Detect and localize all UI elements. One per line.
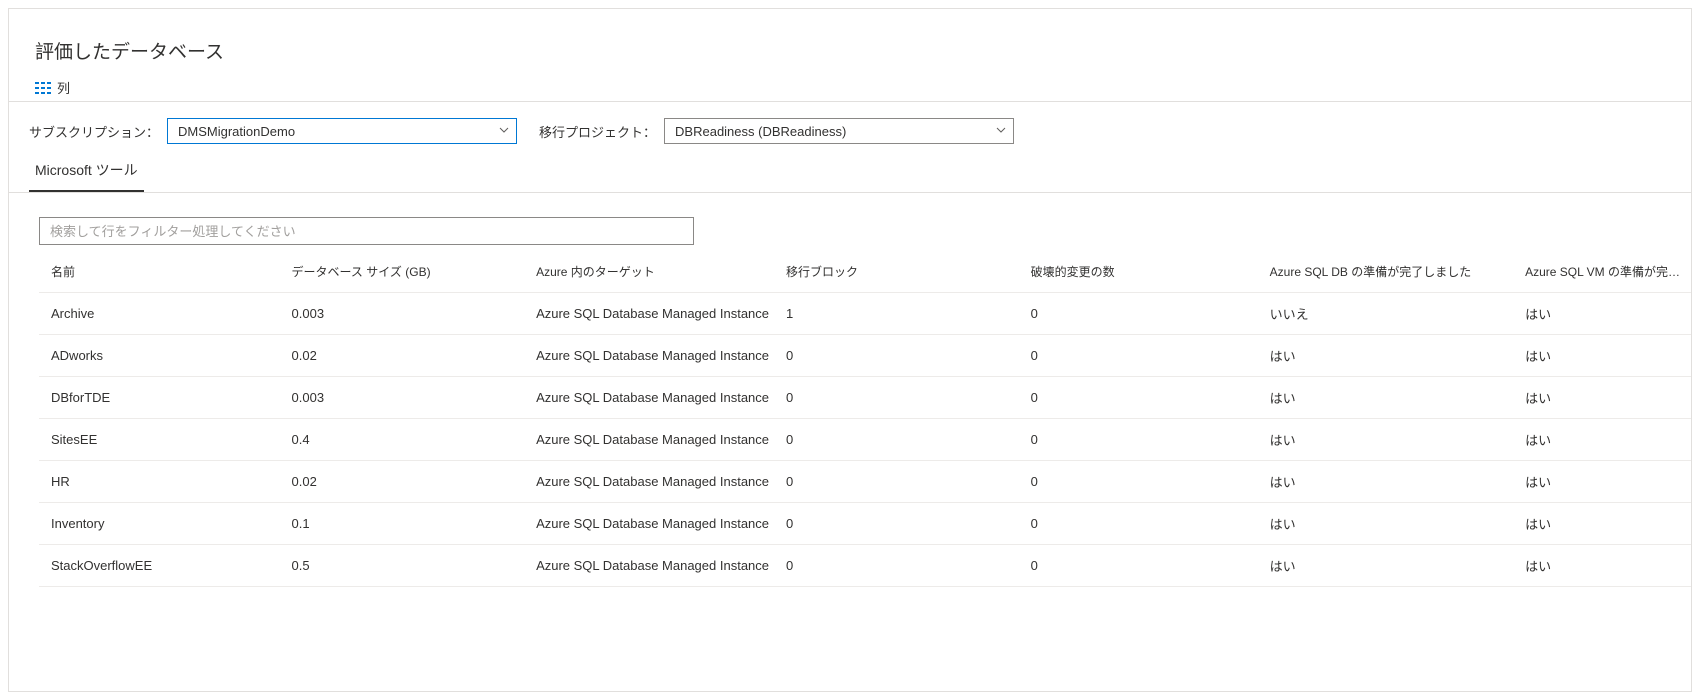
col-header-vm-ready[interactable]: Azure SQL VM の準備が完了しました	[1517, 251, 1691, 293]
subscription-filter: サブスクリプション： DMSMigrationDemo	[29, 118, 517, 144]
cell-target: Azure SQL Database Managed Instance	[528, 335, 778, 377]
subscription-label: サブスクリプション：	[29, 122, 159, 141]
cell-db_ready: いいえ	[1262, 293, 1517, 335]
cell-db_ready: はい	[1262, 461, 1517, 503]
chevron-down-icon	[498, 124, 510, 139]
col-header-breaking[interactable]: 破壊的変更の数	[1023, 251, 1262, 293]
columns-icon[interactable]	[35, 80, 51, 96]
table-header-row: 名前 データベース サイズ (GB) Azure 内のターゲット 移行ブロック …	[39, 251, 1691, 293]
cell-block: 0	[778, 377, 1023, 419]
table-row[interactable]: Archive0.003Azure SQL Database Managed I…	[39, 293, 1691, 335]
search-input[interactable]	[39, 217, 694, 245]
cell-block: 0	[778, 503, 1023, 545]
cell-vm_ready: はい	[1517, 377, 1691, 419]
cell-block: 0	[778, 461, 1023, 503]
cell-breaking: 0	[1023, 419, 1262, 461]
cell-db_ready: はい	[1262, 377, 1517, 419]
table-row[interactable]: StackOverflowEE0.5Azure SQL Database Man…	[39, 545, 1691, 587]
cell-vm_ready: はい	[1517, 419, 1691, 461]
tabs: Microsoft ツール	[9, 146, 1691, 193]
cell-block: 0	[778, 419, 1023, 461]
cell-breaking: 0	[1023, 545, 1262, 587]
cell-vm_ready: はい	[1517, 335, 1691, 377]
cell-size: 0.5	[284, 545, 529, 587]
table-container: 名前 データベース サイズ (GB) Azure 内のターゲット 移行ブロック …	[9, 193, 1691, 587]
project-dropdown[interactable]: DBReadiness (DBReadiness)	[664, 118, 1014, 144]
cell-size: 0.02	[284, 335, 529, 377]
assessed-databases-panel: 評価したデータベース 列 サブスクリプション： DMSMigrationDemo	[8, 8, 1692, 692]
project-label: 移行プロジェクト：	[539, 122, 656, 141]
cell-target: Azure SQL Database Managed Instance	[528, 545, 778, 587]
cell-size: 0.003	[284, 377, 529, 419]
cell-breaking: 0	[1023, 461, 1262, 503]
databases-table: 名前 データベース サイズ (GB) Azure 内のターゲット 移行ブロック …	[39, 251, 1691, 587]
cell-vm_ready: はい	[1517, 461, 1691, 503]
cell-size: 0.4	[284, 419, 529, 461]
cell-breaking: 0	[1023, 377, 1262, 419]
filters-row: サブスクリプション： DMSMigrationDemo 移行プロジェクト： DB…	[9, 102, 1691, 146]
col-header-db-ready[interactable]: Azure SQL DB の準備が完了しました	[1262, 251, 1517, 293]
table-row[interactable]: ADworks0.02Azure SQL Database Managed In…	[39, 335, 1691, 377]
cell-block: 1	[778, 293, 1023, 335]
col-header-block[interactable]: 移行ブロック	[778, 251, 1023, 293]
cell-target: Azure SQL Database Managed Instance	[528, 377, 778, 419]
cell-size: 0.003	[284, 293, 529, 335]
subscription-dropdown[interactable]: DMSMigrationDemo	[167, 118, 517, 144]
cell-vm_ready: はい	[1517, 503, 1691, 545]
columns-button-label[interactable]: 列	[57, 78, 70, 97]
cell-size: 0.02	[284, 461, 529, 503]
cell-block: 0	[778, 335, 1023, 377]
project-filter: 移行プロジェクト： DBReadiness (DBReadiness)	[539, 118, 1014, 144]
table-row[interactable]: SitesEE0.4Azure SQL Database Managed Ins…	[39, 419, 1691, 461]
cell-name: HR	[39, 461, 284, 503]
cell-block: 0	[778, 545, 1023, 587]
table-row[interactable]: Inventory0.1Azure SQL Database Managed I…	[39, 503, 1691, 545]
project-dropdown-value: DBReadiness (DBReadiness)	[675, 124, 846, 139]
col-header-target[interactable]: Azure 内のターゲット	[528, 251, 778, 293]
page-title: 評価したデータベース	[35, 37, 1675, 64]
cell-db_ready: はい	[1262, 419, 1517, 461]
table-row[interactable]: DBforTDE0.003Azure SQL Database Managed …	[39, 377, 1691, 419]
cell-vm_ready: はい	[1517, 293, 1691, 335]
cell-size: 0.1	[284, 503, 529, 545]
col-header-name[interactable]: 名前	[39, 251, 284, 293]
cell-name: DBforTDE	[39, 377, 284, 419]
chevron-down-icon	[995, 124, 1007, 139]
toolbar: 列	[9, 74, 1691, 102]
cell-target: Azure SQL Database Managed Instance	[528, 419, 778, 461]
cell-breaking: 0	[1023, 335, 1262, 377]
cell-db_ready: はい	[1262, 503, 1517, 545]
table-row[interactable]: HR0.02Azure SQL Database Managed Instanc…	[39, 461, 1691, 503]
cell-vm_ready: はい	[1517, 545, 1691, 587]
cell-db_ready: はい	[1262, 335, 1517, 377]
cell-breaking: 0	[1023, 503, 1262, 545]
title-section: 評価したデータベース	[9, 9, 1691, 74]
cell-target: Azure SQL Database Managed Instance	[528, 503, 778, 545]
cell-name: StackOverflowEE	[39, 545, 284, 587]
cell-name: SitesEE	[39, 419, 284, 461]
cell-db_ready: はい	[1262, 545, 1517, 587]
tab-microsoft-tools[interactable]: Microsoft ツール	[29, 152, 144, 192]
cell-name: ADworks	[39, 335, 284, 377]
cell-target: Azure SQL Database Managed Instance	[528, 293, 778, 335]
col-header-size[interactable]: データベース サイズ (GB)	[284, 251, 529, 293]
cell-name: Inventory	[39, 503, 284, 545]
subscription-dropdown-value: DMSMigrationDemo	[178, 124, 295, 139]
cell-name: Archive	[39, 293, 284, 335]
cell-breaking: 0	[1023, 293, 1262, 335]
cell-target: Azure SQL Database Managed Instance	[528, 461, 778, 503]
